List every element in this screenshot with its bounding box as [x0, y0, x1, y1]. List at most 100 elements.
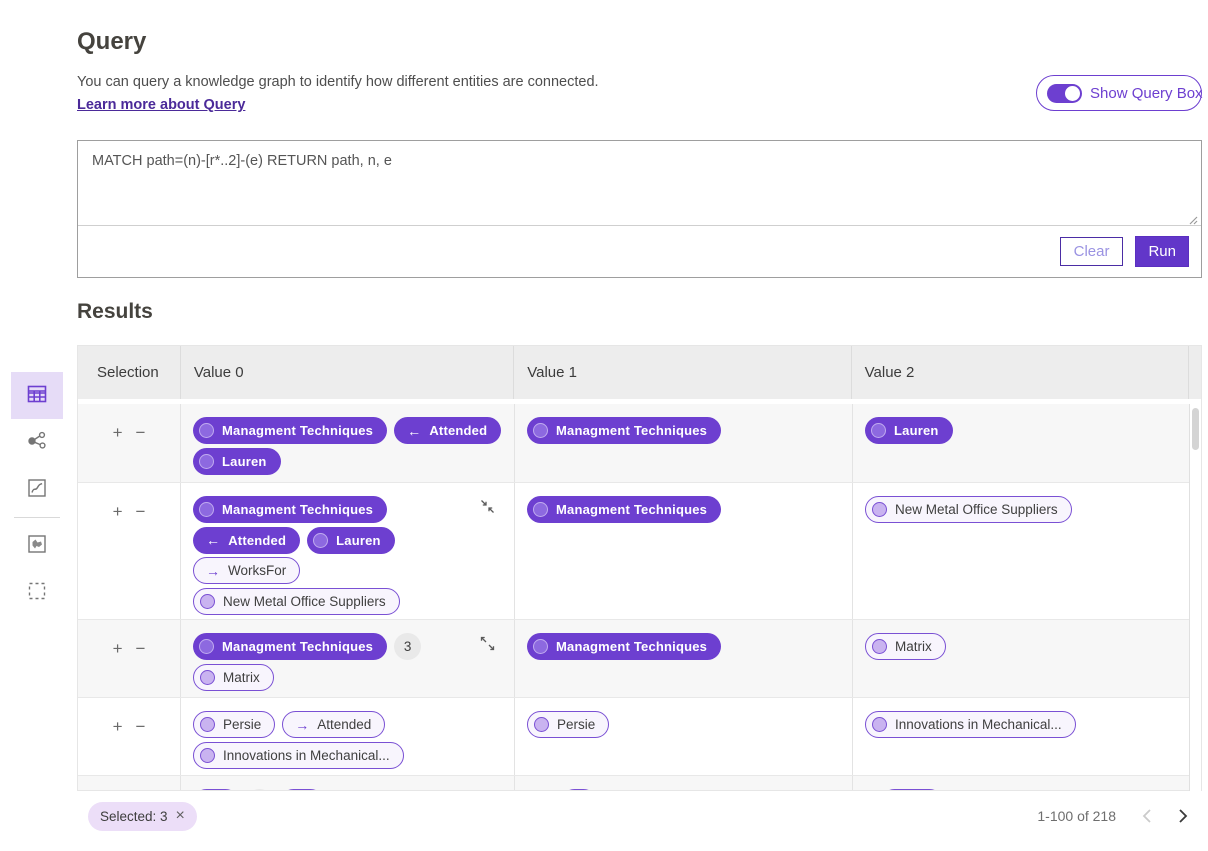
selection-cell: +−: [78, 483, 181, 619]
next-page-button[interactable]: [1178, 808, 1188, 824]
node-circle-icon: [200, 717, 215, 732]
pill-line: [193, 789, 502, 790]
header-cell-value0: Value 0: [181, 346, 514, 399]
node-pill[interactable]: Innovations in Mechanical...: [865, 711, 1076, 738]
arrow-right-icon: →: [206, 564, 220, 578]
pill-line: Managment Techniques: [193, 496, 502, 523]
node-circle-icon: [199, 423, 214, 438]
count-badge: [246, 789, 273, 790]
node-pill[interactable]: Lauren: [865, 417, 953, 444]
value-cell: Persie →Attended Innovations in Mechanical…: [181, 698, 515, 775]
table-row: +− Managment Techniques ←Attended Lauren Man…: [78, 404, 1201, 482]
sidebar-divider: [14, 517, 60, 518]
node-pill[interactable]: Lauren: [193, 448, 281, 475]
add-selection-button[interactable]: +: [113, 424, 123, 441]
page-title: Query: [77, 28, 146, 56]
remove-selection-button[interactable]: −: [136, 718, 146, 735]
pill-line: Matrix: [865, 633, 1178, 660]
remove-selection-button[interactable]: −: [136, 640, 146, 657]
table-scrollbar[interactable]: [1189, 404, 1201, 792]
table-body: +−Managment Techniques←AttendedLaurenMan…: [78, 404, 1201, 790]
results-footer: Selected: 3 × 1-100 of 218: [77, 791, 1202, 841]
map-view-icon: [25, 532, 49, 559]
node-pill[interactable]: Managment Techniques: [193, 496, 387, 523]
query-input[interactable]: MATCH path=(n)-[r*..2]-(e) RETURN path, …: [78, 141, 1201, 226]
run-button[interactable]: Run: [1135, 236, 1189, 267]
header-scrollbar-stub: [1189, 346, 1201, 399]
table-row: +− Persie →Attended Innovations in Mechanic…: [78, 697, 1201, 775]
edge-pill[interactable]: ←Attended: [193, 527, 300, 554]
node-circle-icon: [872, 502, 887, 517]
header-cell-value2: Value 2: [852, 346, 1189, 399]
clear-button[interactable]: Clear: [1060, 237, 1124, 266]
add-selection-button[interactable]: +: [113, 718, 123, 735]
node-pill[interactable]: Persie: [527, 711, 609, 738]
node-circle-icon: [200, 748, 215, 763]
clipped-pill[interactable]: [193, 789, 239, 790]
edge-pill[interactable]: →WorksFor: [193, 557, 300, 584]
pill-line: Managment Techniques: [527, 496, 840, 523]
pill-line: [527, 789, 840, 790]
expand-cell-button[interactable]: [479, 635, 496, 652]
node-circle-icon: [199, 502, 214, 517]
node-circle-icon: [199, 639, 214, 654]
view-tab-map[interactable]: [11, 522, 63, 569]
pill-label: Persie: [223, 717, 261, 732]
node-pill[interactable]: Lauren: [307, 527, 395, 554]
scrollbar-thumb[interactable]: [1192, 408, 1199, 450]
edge-pill[interactable]: →Attended: [282, 711, 385, 738]
node-pill[interactable]: Managment Techniques: [193, 417, 387, 444]
pill-label: Lauren: [222, 454, 267, 469]
pill-label: Managment Techniques: [556, 423, 707, 438]
node-pill[interactable]: Managment Techniques: [527, 496, 721, 523]
view-tab-table[interactable]: [11, 372, 63, 419]
edge-pill[interactable]: ←Attended: [394, 417, 501, 444]
clipped-pill[interactable]: [280, 789, 324, 790]
pill-label: Persie: [557, 717, 595, 732]
node-pill[interactable]: Matrix: [865, 633, 946, 660]
pill-label: Innovations in Mechanical...: [223, 748, 390, 763]
resize-grip-icon[interactable]: [1186, 212, 1198, 224]
chip-close-icon[interactable]: ×: [176, 808, 185, 824]
query-panel: MATCH path=(n)-[r*..2]-(e) RETURN path, …: [77, 140, 1202, 278]
toggle-switch-icon[interactable]: [1047, 84, 1082, 103]
node-circle-icon: [871, 423, 886, 438]
pill-label: Managment Techniques: [222, 423, 373, 438]
pill-label: Matrix: [223, 670, 260, 685]
view-tab-select[interactable]: [11, 569, 63, 616]
table-row: +− Managment Techniques3 Matrix Managment T…: [78, 619, 1201, 697]
node-pill[interactable]: Managment Techniques: [193, 633, 387, 660]
node-pill[interactable]: New Metal Office Suppliers: [193, 588, 400, 615]
toggle-knob: [1065, 86, 1080, 101]
node-pill[interactable]: Innovations in Mechanical...: [193, 742, 404, 769]
selected-chip[interactable]: Selected: 3 ×: [88, 802, 197, 831]
show-query-box-toggle[interactable]: Show Query Box: [1036, 75, 1202, 111]
pill-line: Managment Techniques3: [193, 633, 502, 660]
selection-cell: +−: [78, 698, 181, 775]
pill-line: Managment Techniques ←Attended: [193, 417, 502, 444]
node-pill[interactable]: Managment Techniques: [527, 633, 721, 660]
remove-selection-button[interactable]: −: [136, 424, 146, 441]
node-circle-icon: [872, 639, 887, 654]
node-pill[interactable]: New Metal Office Suppliers: [865, 496, 1072, 523]
pill-label: Matrix: [895, 639, 932, 654]
view-tab-chart[interactable]: [11, 466, 63, 513]
value-cell: Persie: [515, 698, 853, 775]
add-selection-button[interactable]: +: [113, 640, 123, 657]
view-tab-graph[interactable]: [11, 419, 63, 466]
prev-page-button[interactable]: [1142, 808, 1152, 824]
node-pill[interactable]: Managment Techniques: [527, 417, 721, 444]
chevron-right-icon: [1178, 812, 1188, 827]
collapse-cell-button[interactable]: [479, 498, 496, 515]
collapse-icon: [479, 503, 496, 518]
pill-line: Managment Techniques: [527, 633, 840, 660]
node-pill[interactable]: Persie: [193, 711, 275, 738]
remove-selection-button[interactable]: −: [136, 503, 146, 520]
node-pill[interactable]: Matrix: [193, 664, 274, 691]
add-selection-button[interactable]: +: [113, 503, 123, 520]
pill-label: Attended: [429, 423, 487, 438]
learn-more-link[interactable]: Learn more about Query: [77, 97, 245, 113]
clipped-pill[interactable]: [561, 789, 597, 790]
clipped-pill[interactable]: [881, 789, 943, 790]
node-circle-icon: [199, 454, 214, 469]
